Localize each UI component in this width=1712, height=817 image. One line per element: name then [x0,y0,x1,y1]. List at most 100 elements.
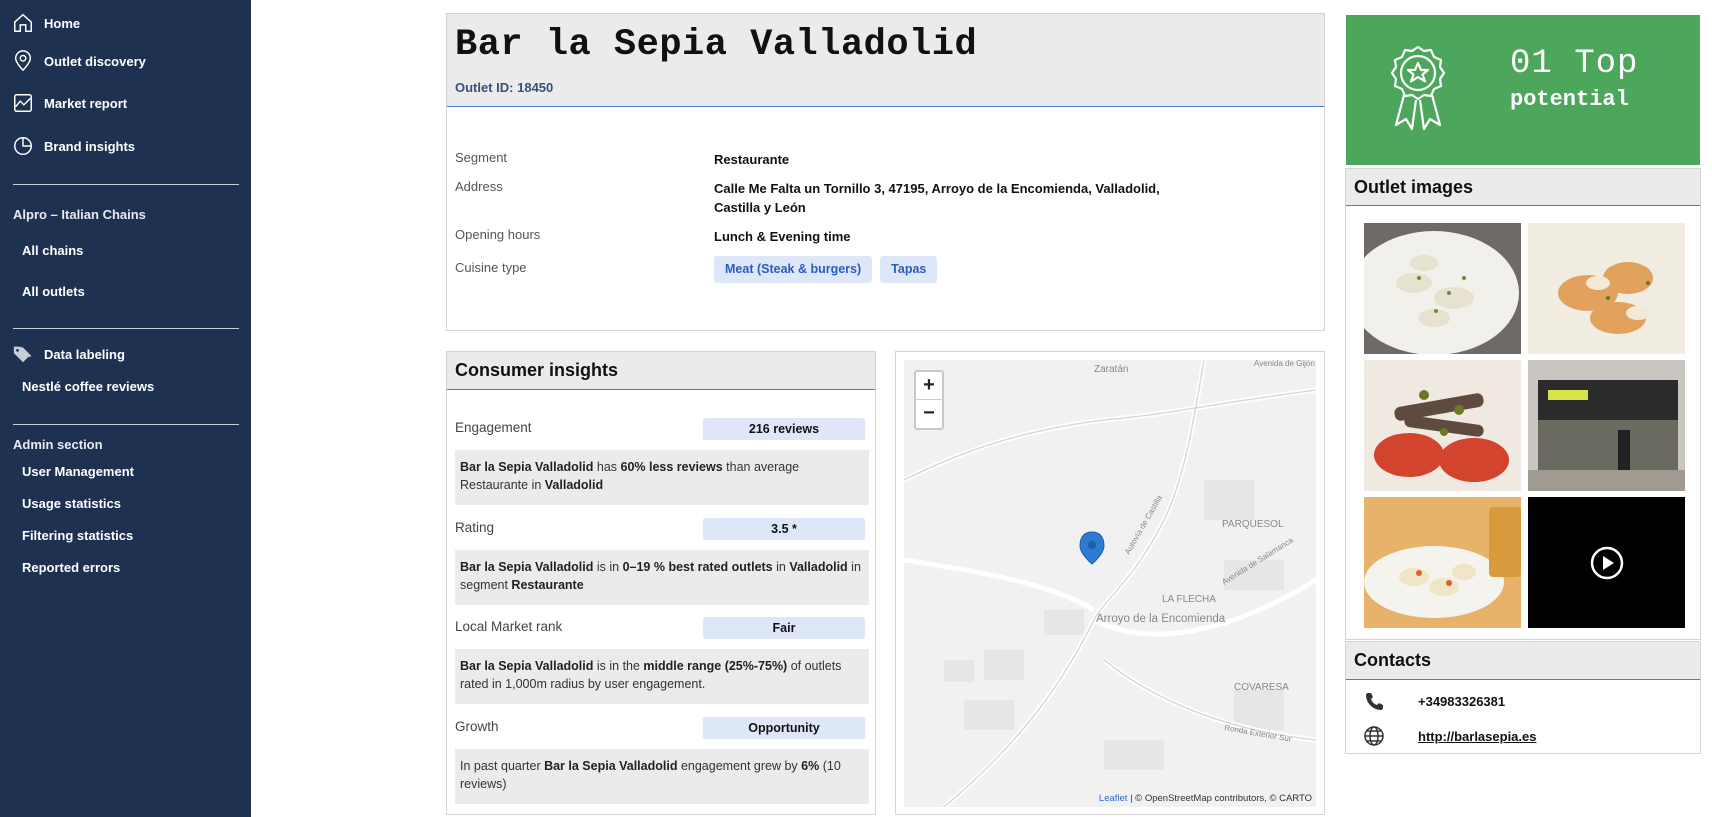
sidebar-item-all-outlets[interactable]: All outlets [22,284,85,299]
nav-outlet-discovery[interactable]: Outlet discovery [12,50,146,72]
desc-text: In past quarter [460,759,545,773]
map-tiles: Zaratán Avenida de Gijón PARQUESOL LA FL… [904,360,1316,807]
outlet-name-ref: Bar la Sepia Valladolid [460,560,594,574]
segment-value: Restaurante [714,152,790,167]
outlet-name-ref: Bar la Sepia Valladolid [460,460,594,474]
map-pin-icon [14,50,32,72]
growth-label: Growth [455,719,499,734]
hours-value: Lunch & Evening time [714,229,851,244]
outlet-image-5[interactable] [1364,497,1521,628]
sidebar-item-nestle-coffee-reviews[interactable]: Nestlé coffee reviews [22,379,154,394]
leaflet-link[interactable]: Leaflet [1099,793,1128,804]
contact-phone[interactable]: +34983326381 [1352,690,1505,712]
food-photo [1364,360,1521,491]
rating-label: Rating [455,520,495,535]
desc-highlight: Restaurante [511,578,584,592]
desc-text: is in [593,560,623,574]
map-attribution: Leaflet | © OpenStreetMap contributors, … [1099,793,1312,804]
outlet-header: Bar la Sepia Valladolid Outlet ID: 18450 [447,14,1324,107]
map-label: LA FLECHA [1162,594,1216,605]
outlet-images-card: Outlet images [1345,168,1701,640]
play-icon[interactable] [1590,546,1624,580]
map-label: PARQUESOL [1222,519,1284,530]
desc-text: has [593,460,621,474]
address-line-1: Calle Me Falta un Tornillo 3, 47195, Arr… [714,181,1160,196]
address-line-2: Castilla y León [714,200,806,215]
consumer-insights-title: Consumer insights [447,352,875,390]
engagement-description: Bar la Sepia Valladolid has 60% less rev… [455,450,869,505]
desc-text: engagement grew by [677,759,802,773]
cuisine-tag-meat[interactable]: Meat (Steak & burgers) [714,256,873,283]
outlet-name-ref: Bar la Sepia Valladolid [544,759,678,773]
home-icon [14,13,32,32]
outlet-map[interactable]: Zaratán Avenida de Gijón PARQUESOL LA FL… [904,360,1316,807]
growth-description: In past quarter Bar la Sepia Valladolid … [455,749,869,804]
sidebar-divider [13,184,239,185]
contacts-title: Contacts [1346,642,1700,680]
sidebar-item-usage-statistics[interactable]: Usage statistics [22,496,121,511]
contact-website[interactable]: http://barlasepia.es [1352,725,1536,747]
nav-market-report[interactable]: Market report [12,92,127,114]
food-photo [1364,223,1521,354]
nav-home[interactable]: Home [12,12,80,34]
engagement-label: Engagement [455,420,532,435]
nav-brand-insights-label: Brand insights [44,138,136,154]
bar-interior-photo [1528,360,1685,491]
website-link[interactable]: http://barlasepia.es [1418,729,1536,744]
zoom-in-button[interactable]: + [916,372,942,400]
sidebar-divider [13,328,239,329]
map-label: Zaratán [1094,364,1128,375]
nav-data-labeling-label: Data labeling [44,346,125,362]
rating-description: Bar la Sepia Valladolid is in 0–19 % bes… [455,550,869,605]
phone-number: +34983326381 [1418,693,1506,709]
map-label: COVARESA [1234,682,1289,693]
outlet-name: Bar la Sepia Valladolid [455,24,978,66]
map-zoom-control: + − [914,370,944,430]
local-market-rank-label: Local Market rank [455,619,563,634]
sidebar-item-user-management[interactable]: User Management [22,464,134,479]
hours-label: Opening hours [455,227,541,242]
sidebar-item-filtering-statistics[interactable]: Filtering statistics [22,528,133,543]
outlet-video-thumbnail[interactable] [1528,497,1685,628]
outlet-image-2[interactable] [1528,223,1685,354]
consumer-insights-card: Consumer insights Engagement 216 reviews… [446,351,876,815]
potential-label: potential [1510,87,1629,112]
sidebar: Home Outlet discovery Market report Bran… [0,0,251,817]
tag-icon [13,346,32,363]
chart-icon [14,94,32,112]
address-label: Address [455,179,503,194]
map-label: Arroyo de la Encomienda [1096,613,1226,625]
outlet-image-1[interactable] [1364,223,1521,354]
address-value: Calle Me Falta un Tornillo 3, 47195, Arr… [714,179,1174,217]
admin-section-title: Admin section [13,437,103,452]
pie-chart-icon [14,137,32,155]
nav-market-report-label: Market report [44,95,128,111]
sidebar-item-reported-errors[interactable]: Reported errors [22,560,120,575]
local-market-rank-badge: Fair [703,617,865,639]
rating-badge: 3.5 * [703,518,865,540]
map-card: Zaratán Avenida de Gijón PARQUESOL LA FL… [895,351,1325,815]
nav-data-labeling[interactable]: Data labeling [12,343,125,365]
food-photo [1528,223,1685,354]
desc-highlight: Valladolid [544,478,604,492]
segment-label: Segment [455,150,508,165]
cuisine-tag-tapas[interactable]: Tapas [880,256,938,283]
nav-outlet-discovery-label: Outlet discovery [44,53,146,69]
engagement-badge: 216 reviews [703,418,865,440]
desc-text: in [772,560,790,574]
nav-brand-insights[interactable]: Brand insights [12,135,135,157]
zoom-out-button[interactable]: − [916,400,942,428]
local-market-rank-description: Bar la Sepia Valladolid is in the middle… [455,649,869,704]
outlet-image-3[interactable] [1364,360,1521,491]
map-label: Avenida de Gijón [1254,360,1315,368]
sidebar-item-all-chains[interactable]: All chains [22,243,83,258]
outlet-image-4[interactable] [1528,360,1685,491]
desc-text: is in the [593,659,644,673]
contacts-card: Contacts +34983326381 http://barlasepia.… [1345,641,1701,754]
phone-icon [1366,693,1383,710]
growth-badge: Opportunity [703,717,865,739]
outlet-header-card: Bar la Sepia Valladolid Outlet ID: 18450… [446,13,1325,331]
desc-highlight: 60% less reviews [620,460,723,474]
desc-highlight: middle range (25%-75%) [643,659,788,673]
potential-badge: 01 Top potential [1346,15,1700,165]
